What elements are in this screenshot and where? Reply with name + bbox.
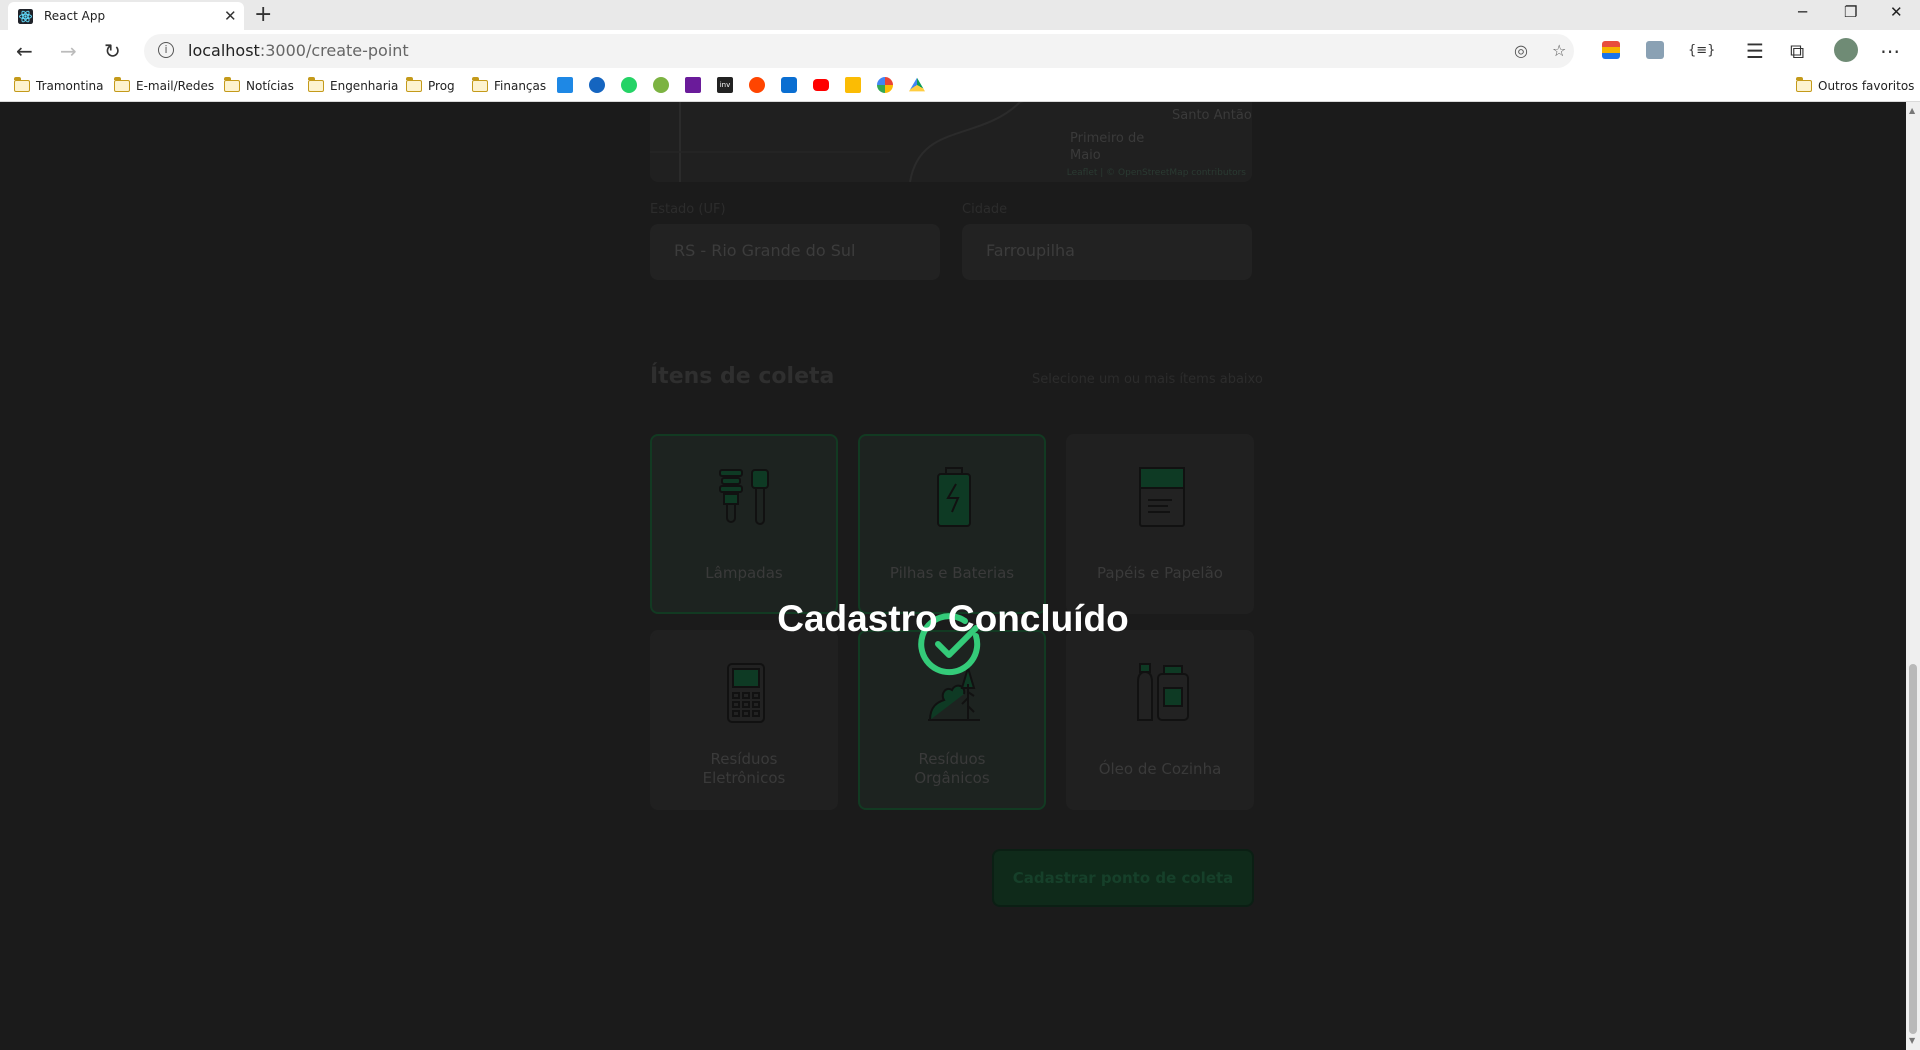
item-card-lamps[interactable]: Lâmpadas (650, 434, 838, 614)
other-favorites-folder[interactable]: Outros favoritos (1795, 77, 1915, 93)
money-icon[interactable] (653, 77, 669, 93)
folder-icon (405, 77, 422, 92)
bookmark-folder[interactable]: Tramontina (13, 77, 104, 93)
keep-icon[interactable] (845, 77, 861, 93)
bookmark-folder[interactable]: Notícias (223, 77, 294, 93)
close-tab-icon[interactable]: ✕ (224, 7, 237, 25)
item-label: Papéis e Papelão (1097, 564, 1223, 582)
bookmarks-bar: Tramontina E-mail/Redes Notícias Engenha… (0, 72, 1920, 102)
inv-icon[interactable]: inv (717, 77, 733, 93)
bookmark-label: Tramontina (36, 79, 104, 93)
item-card-batteries[interactable]: Pilhas e Baterias (858, 434, 1046, 614)
back-icon[interactable]: ← (16, 39, 33, 63)
extension-code-icon[interactable] (1646, 41, 1664, 59)
close-window-icon[interactable]: ✕ (1890, 3, 1903, 21)
extension-colors-icon[interactable] (1602, 41, 1620, 59)
bookmark-label: Outros favoritos (1818, 79, 1915, 93)
bookmark-label: Prog (428, 79, 455, 93)
page-content: Santo Antão Primeiro de Maio Leaflet | ©… (0, 102, 1906, 1050)
favorite-star-icon[interactable]: ☆ (1552, 41, 1566, 60)
tab-bar: React App ✕ + ─ ❐ ✕ (0, 0, 1920, 30)
uf-label: Estado (UF) (650, 202, 726, 217)
site-info-icon[interactable]: i (158, 42, 174, 58)
electronics-icon (727, 663, 765, 723)
google-icon[interactable] (877, 77, 893, 93)
minimize-icon[interactable]: ─ (1798, 3, 1807, 21)
submit-button[interactable]: Cadastrar ponto de coleta (992, 849, 1254, 907)
item-card-oil[interactable]: Óleo de Cozinha (1066, 630, 1254, 810)
collections-icon[interactable]: ⧉ (1790, 39, 1804, 63)
success-title: Cadastro Concluído (777, 598, 1129, 639)
browser-toolbar: ← → ↻ i localhost:3000/create-point ◎ ☆ … (0, 30, 1920, 72)
scroll-up-icon[interactable]: ▲ (1909, 106, 1915, 115)
bookmark-label: Notícias (246, 79, 294, 93)
location-icon[interactable]: ◎ (1514, 41, 1528, 60)
map-attribution[interactable]: Leaflet | © OpenStreetMap contributors (1067, 168, 1246, 178)
url-text: localhost:3000/create-point (188, 41, 409, 60)
map[interactable]: Santo Antão Primeiro de Maio Leaflet | ©… (650, 102, 1252, 182)
bookmark-folder[interactable]: Engenharia (307, 77, 399, 93)
url-host: localhost (188, 41, 260, 60)
folder-icon (307, 77, 324, 92)
item-label: Pilhas e Baterias (889, 564, 1015, 582)
restore-icon[interactable]: ❐ (1844, 3, 1857, 21)
reload-icon[interactable]: ↻ (104, 39, 121, 63)
items-hint: Selecione um ou mais ítems abaixo (1032, 372, 1263, 387)
whatsapp-icon[interactable] (621, 77, 637, 93)
bookmark-label: E-mail/Redes (136, 79, 215, 93)
lamp-icon (719, 469, 769, 525)
city-select[interactable]: Farroupilha (962, 224, 1252, 280)
scrollbar[interactable]: ▲ ▼ (1906, 102, 1920, 1050)
address-bar[interactable]: i localhost:3000/create-point ◎ ☆ (144, 34, 1574, 68)
folder-icon (471, 77, 488, 92)
extension-braces-icon[interactable]: {≡} (1688, 43, 1715, 58)
youtube-icon[interactable] (813, 79, 829, 91)
bookmark-folder[interactable]: Prog (405, 77, 455, 93)
react-icon (18, 9, 33, 24)
item-label: Lâmpadas (705, 564, 783, 582)
check-icon[interactable] (557, 77, 573, 93)
bookmark-label: Engenharia (330, 79, 399, 93)
forward-icon[interactable]: → (60, 39, 77, 63)
folder-icon (13, 77, 30, 92)
folder-icon (1795, 77, 1812, 92)
item-label: Resíduos (710, 750, 778, 768)
folder-icon (113, 77, 130, 92)
favorites-list-icon[interactable]: ☰ (1746, 39, 1764, 63)
more-menu-icon[interactable]: ⋯ (1880, 39, 1900, 63)
scroll-down-icon[interactable]: ▼ (1909, 1036, 1915, 1045)
tab-title: React App (44, 9, 106, 23)
city-label: Cidade (962, 202, 1008, 217)
scroll-thumb[interactable] (1909, 664, 1917, 1034)
item-label: Orgânicos (914, 769, 990, 787)
bookmark-folder[interactable]: E-mail/Redes (113, 77, 215, 93)
profile-avatar[interactable] (1834, 38, 1858, 62)
item-card-paper[interactable]: Papéis e Papelão (1066, 434, 1254, 614)
bookmark-folder[interactable]: Finanças (471, 77, 547, 93)
oil-icon (1137, 663, 1189, 721)
lifebuoy-icon[interactable] (589, 77, 605, 93)
bookmark-label: Finanças (494, 79, 547, 93)
items-title: Ítens de coleta (650, 364, 835, 389)
url-path: :3000/create-point (259, 41, 409, 60)
paper-icon (1139, 467, 1185, 527)
item-card-electronics[interactable]: Resíduos Eletrônicos (650, 630, 838, 810)
item-label: Eletrônicos (702, 769, 786, 787)
map-place-label: Primeiro de Maio (1070, 131, 1145, 163)
browser-tab[interactable]: React App ✕ (8, 2, 244, 30)
book-icon[interactable] (685, 77, 701, 93)
new-tab-icon[interactable]: + (254, 2, 272, 27)
uf-select[interactable]: RS - Rio Grande do Sul (650, 224, 940, 280)
app-icon[interactable] (781, 77, 797, 93)
folder-icon (223, 77, 240, 92)
battery-icon (937, 467, 971, 527)
item-label: Resíduos (918, 750, 986, 768)
reddit-icon[interactable] (749, 77, 765, 93)
item-label: Óleo de Cozinha (1098, 760, 1222, 778)
map-place-label: Santo Antão (1172, 108, 1252, 123)
